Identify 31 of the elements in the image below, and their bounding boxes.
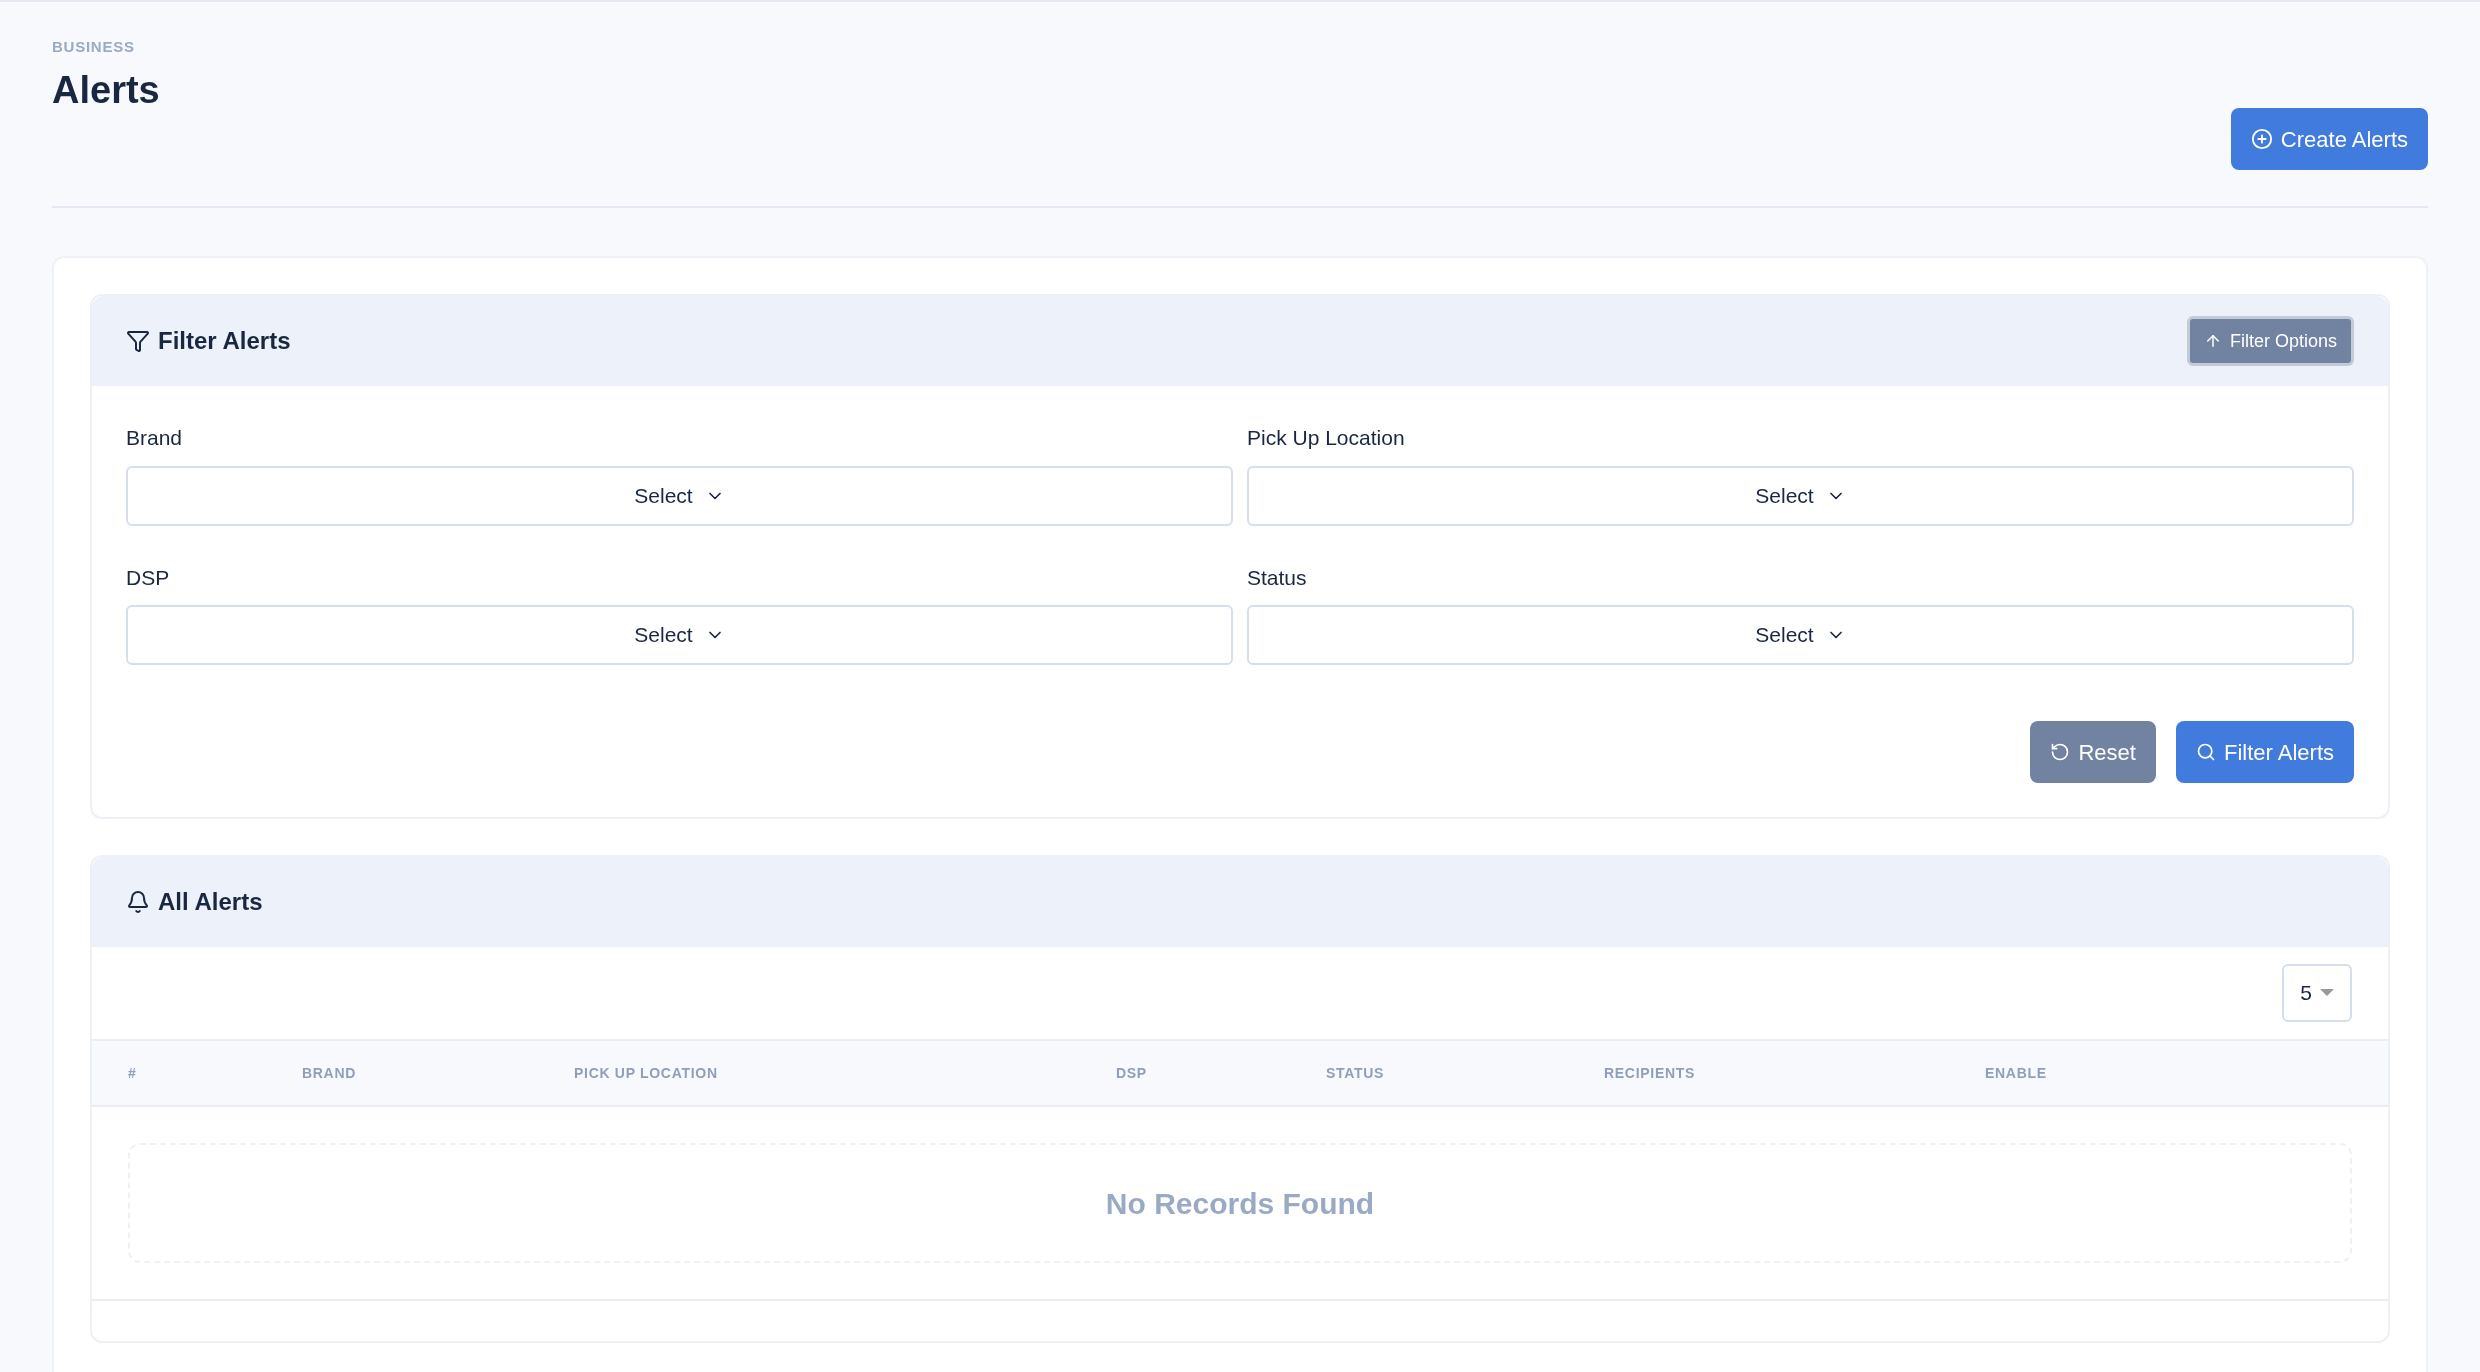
page-size-select[interactable]: 5 xyxy=(2282,964,2352,1022)
search-icon xyxy=(2195,742,2216,762)
select-dropdown[interactable]: Select xyxy=(1247,465,2354,526)
field-label: Status xyxy=(1247,564,1308,591)
select-dropdown[interactable]: Select xyxy=(126,605,1233,665)
column-header: STATUS xyxy=(1326,1065,1385,1081)
column-header: # xyxy=(128,1065,137,1081)
filter-alerts-button[interactable]: Filter Alerts xyxy=(2175,721,2354,783)
select-dropdown[interactable]: Select xyxy=(126,465,1233,526)
filter-options-button[interactable]: Filter Options xyxy=(2186,316,2354,366)
plus-circle-icon xyxy=(2250,128,2273,150)
column-header: ENABLE xyxy=(1985,1065,2047,1081)
column-header: PICK UP LOCATION xyxy=(574,1065,718,1081)
field-label: DSP xyxy=(126,564,171,591)
breadcrumb: BUSINESS xyxy=(52,37,136,57)
create-alerts-button[interactable]: Create Alerts xyxy=(2230,108,2428,170)
select-dropdown[interactable]: Select xyxy=(1247,605,2354,665)
caret-down-icon xyxy=(2319,989,2334,997)
column-header: BRAND xyxy=(302,1065,357,1081)
field-label: Pick Up Location xyxy=(1247,425,1406,451)
filter-icon xyxy=(126,329,150,353)
page-title: Alerts xyxy=(52,67,160,113)
empty-state: No Records Found xyxy=(128,1143,2352,1263)
reset-button[interactable]: Reset xyxy=(2030,721,2156,783)
panel-title: Filter Alerts xyxy=(158,326,291,356)
panel-title: All Alerts xyxy=(158,887,263,917)
reset-icon xyxy=(2050,742,2071,762)
column-header: RECIPIENTS xyxy=(1604,1065,1695,1081)
field-label: Brand xyxy=(126,425,184,451)
column-header: DSP xyxy=(1116,1065,1147,1081)
bell-icon xyxy=(126,890,150,914)
